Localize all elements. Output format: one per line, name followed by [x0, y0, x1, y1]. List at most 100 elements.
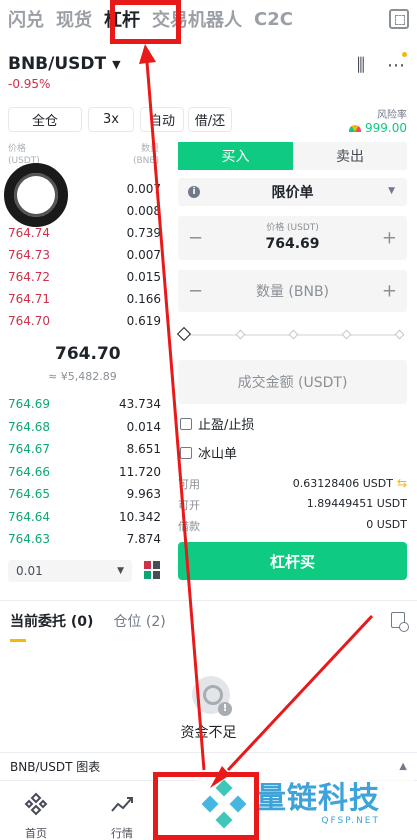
pair-selector[interactable]: BNB/USDT ▼	[8, 54, 121, 74]
ask-price: 764.70	[8, 314, 50, 328]
order-type-select[interactable]: i 限价单 ▼	[178, 178, 407, 206]
tp-sl-option[interactable]: 止盈/止损	[180, 414, 254, 433]
slider-knob[interactable]	[176, 326, 192, 342]
price-field[interactable]: − 价格 (USDT) 764.69 +	[178, 216, 407, 260]
bid-row[interactable]: 764.65 9.963	[8, 483, 161, 505]
ask-row[interactable]: 764.72 0.015	[8, 266, 161, 288]
quantity-field[interactable]: − 数量 (BNB) +	[178, 270, 407, 312]
ask-row[interactable]: 764.71 0.166	[8, 288, 161, 310]
bid-row[interactable]: 764.64 10.342	[8, 505, 161, 528]
order-history-icon[interactable]	[391, 612, 409, 632]
total-placeholder: 成交金额 (USDT)	[237, 375, 348, 391]
ask-price: 764.72	[8, 270, 50, 284]
transfer-icon[interactable]: ⇆	[397, 476, 407, 490]
bid-row[interactable]: 764.69 43.734	[8, 393, 161, 415]
last-price[interactable]: 764.70	[55, 344, 121, 364]
bid-price: 764.64	[8, 509, 50, 524]
ask-row[interactable]: 764.73 0.007	[8, 244, 161, 266]
risk-ratio-value: 999.00	[365, 121, 407, 135]
side-tabs: 买入 卖出	[178, 142, 407, 170]
borrowed-label: 借款	[178, 520, 200, 533]
ask-qty: 0.007	[126, 248, 161, 262]
slider-tick-100[interactable]	[394, 329, 405, 340]
bid-price: 764.68	[8, 419, 50, 434]
plus-icon[interactable]: +	[382, 228, 397, 249]
tab-convert[interactable]: 闪兑	[8, 6, 44, 32]
bid-qty: 9.963	[126, 487, 161, 501]
candlestick-chart-icon[interactable]: ⫼	[357, 55, 365, 76]
watermark-url: QFSP.NET	[321, 816, 380, 826]
depth-select[interactable]: 0.01 ▼	[8, 560, 132, 582]
tp-sl-checkbox[interactable]	[180, 417, 192, 430]
bid-row[interactable]: 764.67 8.651	[8, 438, 161, 460]
tab-open-orders[interactable]: 当前委托 (0)	[10, 611, 93, 642]
annotation-box-nav	[153, 772, 259, 840]
ask-qty: 0.015	[126, 270, 161, 284]
nav-markets-label: 行情	[111, 827, 133, 840]
orderbook-qty-header: 数量 (BNB)	[133, 144, 160, 166]
nav-home-label: 首页	[25, 827, 47, 840]
nav-home[interactable]: 首页	[6, 781, 66, 840]
price-value[interactable]: 764.69	[178, 236, 407, 252]
slider-tick-50[interactable]	[288, 329, 299, 340]
loading-spinner-icon	[4, 163, 68, 227]
total-field[interactable]: 成交金额 (USDT)	[178, 360, 407, 404]
iceberg-checkbox[interactable]	[180, 446, 192, 459]
ask-price: 764.73	[8, 248, 50, 262]
empty-state-icon	[192, 676, 232, 716]
ask-row[interactable]: 764.70 0.619	[8, 310, 161, 332]
bid-price: 764.63	[8, 532, 50, 546]
annotation-box-margin-tab	[110, 0, 181, 44]
bid-qty: 0.014	[126, 419, 161, 434]
bid-row[interactable]: 764.68 0.014	[8, 415, 161, 438]
sell-tab[interactable]: 卖出	[293, 142, 407, 170]
available-value: 0.63128406 USDT	[292, 477, 393, 490]
risk-gauge-icon	[349, 124, 361, 132]
orderbook-layout-icon[interactable]	[144, 561, 160, 579]
buy-tab[interactable]: 买入	[178, 142, 293, 170]
bid-qty: 7.874	[126, 532, 161, 546]
info-icon[interactable]: i	[188, 186, 200, 198]
price-field-label: 价格 (USDT)	[266, 223, 319, 233]
last-price-fiat: ≈ ¥5,482.89	[48, 370, 117, 383]
iceberg-option[interactable]: 冰山单	[180, 443, 237, 462]
auto-borrow-button[interactable]: 自动	[140, 107, 184, 132]
plus-icon[interactable]: +	[382, 281, 397, 302]
home-logo-icon	[24, 792, 48, 816]
ask-qty: 0.619	[126, 314, 161, 328]
margin-buy-button[interactable]: 杠杆买	[178, 542, 407, 580]
leverage-button[interactable]: 3x	[88, 107, 134, 132]
tab-c2c[interactable]: C2C	[254, 9, 293, 30]
orders-tab-bar: 当前委托 (0) 仓位 (2)	[0, 600, 417, 642]
notification-dot	[402, 52, 407, 57]
bid-price: 764.69	[8, 397, 50, 411]
slider-tick-25[interactable]	[235, 329, 246, 340]
ask-qty: 0.007	[126, 182, 161, 196]
max-open-label: 可开	[178, 499, 200, 512]
max-open-row: 可开 1.89449451 USDT	[178, 497, 407, 513]
more-icon[interactable]: ⋯	[387, 55, 405, 76]
slider-tick-75[interactable]	[341, 329, 352, 340]
borrow-repay-button[interactable]: 借/还	[188, 107, 232, 132]
bid-qty: 8.651	[126, 442, 161, 456]
caret-down-icon: ▼	[388, 186, 395, 196]
amount-slider[interactable]	[176, 326, 405, 342]
tab-spot[interactable]: 现货	[56, 6, 92, 32]
top-tab-bar: 闪兑 现货 杠杆 交易机器人 C2C	[0, 0, 417, 38]
tab-positions[interactable]: 仓位 (2)	[113, 611, 165, 631]
ask-qty: 0.008	[126, 204, 161, 218]
bid-row[interactable]: 764.63 7.874	[8, 528, 161, 550]
pair-name: BNB/USDT	[8, 54, 107, 74]
tp-sl-label: 止盈/止损	[198, 418, 255, 433]
nav-markets[interactable]: 行情	[92, 781, 152, 840]
available-row: 可用 0.63128406 USDT ⇆	[178, 476, 407, 492]
risk-ratio: 999.00	[349, 121, 407, 135]
margin-mode-button[interactable]: 全仓	[8, 107, 82, 132]
bid-qty: 43.734	[119, 397, 161, 411]
order-type-value: 限价单	[271, 185, 314, 201]
bid-row[interactable]: 764.66 11.720	[8, 460, 161, 483]
fullscreen-icon[interactable]	[389, 9, 409, 29]
caret-down-icon: ▼	[117, 566, 124, 576]
empty-state-text: 资金不足	[180, 725, 237, 741]
borrowed-row: 借款 0 USDT	[178, 518, 407, 534]
